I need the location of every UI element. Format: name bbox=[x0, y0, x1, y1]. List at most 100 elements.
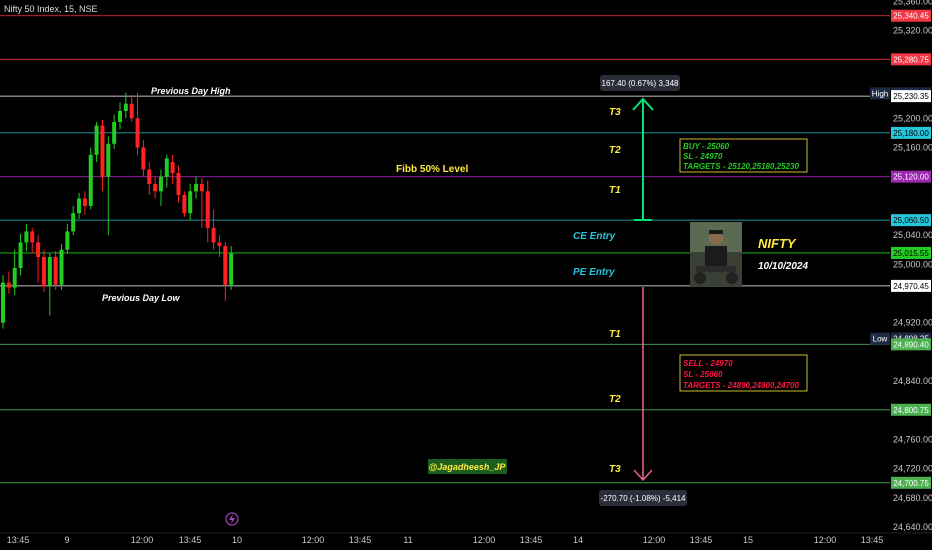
x-tick-label: 9 bbox=[64, 535, 69, 545]
x-tick-label: 10 bbox=[232, 535, 242, 545]
level-price-label: 24,970.45 bbox=[893, 282, 929, 291]
y-tick-label: 25,360.00 bbox=[893, 0, 932, 6]
y-tick-label: 25,200.00 bbox=[893, 113, 932, 123]
level-price-label: 24,890.40 bbox=[893, 340, 929, 349]
lower-t3-label: T3 bbox=[609, 464, 621, 475]
buy-line-1: BUY - 25060 bbox=[683, 142, 730, 151]
candle-body bbox=[217, 242, 222, 247]
candle-body bbox=[6, 282, 11, 288]
candle-body bbox=[47, 257, 52, 287]
x-tick-label: 15 bbox=[743, 535, 753, 545]
x-tick-label: 12:00 bbox=[473, 535, 496, 545]
y-tick-label: 24,640.00 bbox=[893, 522, 932, 532]
candle-body bbox=[100, 125, 105, 177]
x-tick-label: 12:00 bbox=[814, 535, 837, 545]
x-tick-label: 11 bbox=[403, 535, 412, 545]
level-price-label: 24,800.75 bbox=[893, 406, 929, 415]
upper-t1-label: T1 bbox=[609, 185, 621, 196]
candle-body bbox=[211, 227, 216, 243]
candle-body bbox=[135, 118, 140, 148]
x-tick-label: 13:45 bbox=[349, 535, 372, 545]
candle-body bbox=[112, 121, 117, 144]
sell-line-1: SELL - 24970 bbox=[683, 359, 733, 368]
buy-line-2: SL - 24970 bbox=[683, 152, 723, 161]
level-tag-label: High bbox=[872, 89, 888, 98]
candle-body bbox=[141, 147, 146, 170]
lower-t1-label: T1 bbox=[609, 329, 621, 340]
candle-body bbox=[205, 191, 210, 228]
candle-body bbox=[65, 231, 70, 250]
candle-body bbox=[30, 231, 35, 243]
candle-body bbox=[194, 183, 199, 192]
candle-body bbox=[199, 183, 204, 192]
sell-line-2: SL - 25060 bbox=[683, 370, 723, 379]
level-price-label: 25,230.35 bbox=[893, 92, 929, 101]
chart-canvas[interactable]: 25,340.4525,280.7525,234.05High25,230.35… bbox=[0, 0, 932, 550]
level-price-label: 25,280.75 bbox=[893, 55, 929, 64]
x-tick-label: 14 bbox=[573, 535, 583, 545]
x-tick-label: 13:45 bbox=[520, 535, 543, 545]
x-tick-label: 12:00 bbox=[302, 535, 325, 545]
candle-body bbox=[94, 125, 99, 155]
candle-body bbox=[82, 198, 87, 206]
candle-body bbox=[223, 246, 228, 285]
buy-line-3: TARGETS - 25120,25180,25230 bbox=[683, 162, 799, 171]
candle-body bbox=[53, 257, 58, 285]
candle-body bbox=[59, 249, 64, 285]
candle-body bbox=[153, 183, 158, 192]
upper-t3-label: T3 bbox=[609, 107, 621, 118]
candle-body bbox=[176, 173, 181, 195]
chart-title: Nifty 50 Index, 15, NSE bbox=[4, 4, 98, 14]
x-tick-label: 13:45 bbox=[861, 535, 884, 545]
candle-body bbox=[24, 231, 29, 243]
x-tick-label: 13:45 bbox=[7, 535, 30, 545]
candle-body bbox=[77, 198, 82, 214]
nifty-title: NIFTY bbox=[758, 236, 797, 251]
candle-body bbox=[170, 162, 175, 174]
level-price-label: 24,700.75 bbox=[893, 479, 929, 488]
candle-body bbox=[41, 257, 46, 287]
prev-day-high-label: Previous Day High bbox=[151, 86, 231, 96]
pe-entry-label: PE Entry bbox=[573, 267, 615, 278]
x-tick-label: 13:45 bbox=[179, 535, 202, 545]
candle-body bbox=[147, 169, 152, 184]
x-tick-label: 12:00 bbox=[643, 535, 666, 545]
y-tick-label: 25,040.00 bbox=[893, 230, 932, 240]
y-tick-label: 24,680.00 bbox=[893, 493, 932, 503]
candle-body bbox=[229, 253, 234, 285]
handle-text: @Jagadheesh_JP bbox=[429, 462, 507, 472]
x-tick-label: 13:45 bbox=[690, 535, 713, 545]
level-tag-label: Low bbox=[873, 335, 888, 344]
ce-entry-label: CE Entry bbox=[573, 231, 616, 242]
fib-level-label: Fibb 50% Level bbox=[396, 164, 468, 175]
level-price-label: 25,120.00 bbox=[893, 173, 929, 182]
candle-body bbox=[106, 143, 111, 177]
candle-body bbox=[71, 213, 76, 232]
candle-body bbox=[36, 242, 41, 258]
measure-up-text: 167.40 (0.67%) 3,348 bbox=[602, 79, 679, 88]
y-tick-label: 25,000.00 bbox=[893, 259, 932, 269]
candle-body bbox=[182, 194, 187, 214]
lower-t2-label: T2 bbox=[609, 394, 621, 405]
level-price-label: 25,060.50 bbox=[893, 216, 929, 225]
candle-body bbox=[158, 176, 163, 192]
y-tick-label: 24,920.00 bbox=[893, 318, 932, 328]
candle-body bbox=[1, 282, 5, 323]
measure-down-text: -270.70 (-1.08%) -5,414 bbox=[601, 494, 686, 503]
y-tick-label: 24,760.00 bbox=[893, 435, 932, 445]
candle-body bbox=[88, 154, 93, 206]
candle-body bbox=[123, 103, 128, 111]
candle-body bbox=[12, 267, 17, 288]
level-price-label: 25,340.45 bbox=[893, 12, 929, 21]
x-tick-label: 12:00 bbox=[131, 535, 154, 545]
sell-line-3: TARGETS - 24890,24800,24700 bbox=[683, 381, 799, 390]
y-tick-label: 24,720.00 bbox=[893, 464, 932, 474]
level-price-label: 25,180.00 bbox=[893, 129, 929, 138]
candle-body bbox=[188, 191, 193, 214]
level-price-label: 25,015.55 bbox=[893, 249, 929, 258]
upper-t2-label: T2 bbox=[609, 145, 621, 156]
y-tick-label: 24,840.00 bbox=[893, 376, 932, 386]
date-label: 10/10/2024 bbox=[758, 261, 808, 272]
candle-body bbox=[164, 158, 169, 177]
prev-day-low-label: Previous Day Low bbox=[102, 293, 181, 303]
